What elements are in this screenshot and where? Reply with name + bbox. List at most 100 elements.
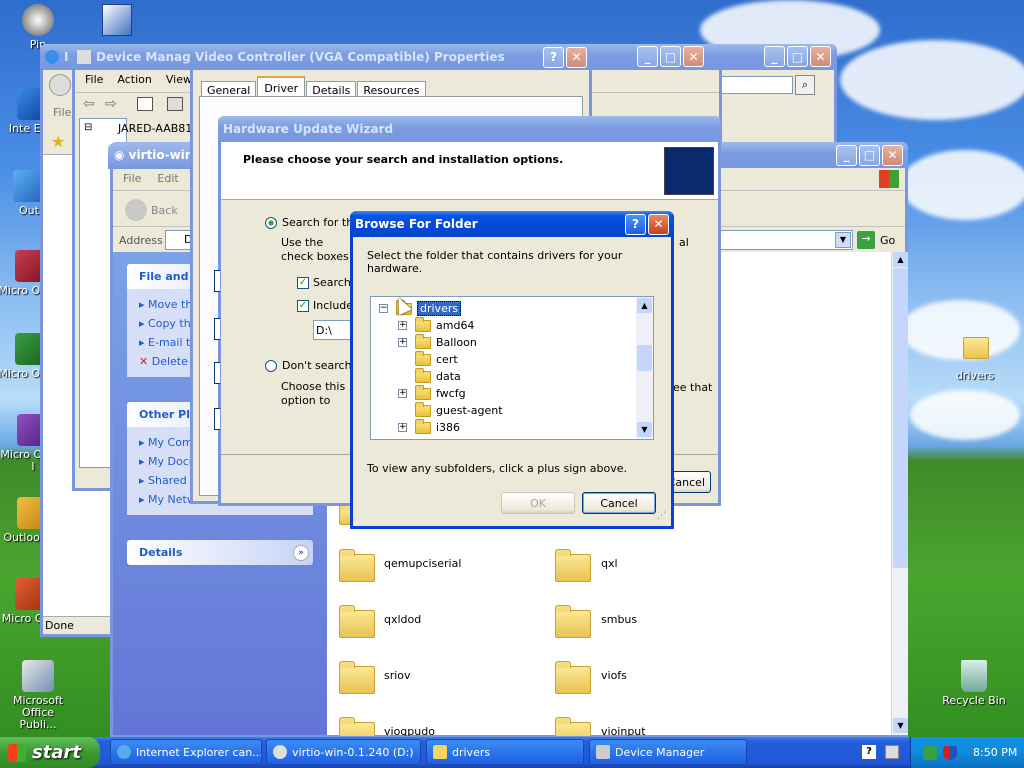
console-tree-icon[interactable]: [137, 97, 153, 111]
wizard-titlebar[interactable]: Hardware Update Wizard: [218, 116, 721, 142]
folder-item-qemupciserial[interactable]: qemupciserial: [337, 548, 537, 584]
tree-node-guest-agent[interactable]: guest-agent: [415, 401, 503, 419]
folder-item-qxl[interactable]: qxl: [553, 548, 753, 584]
drivers-close-button[interactable]: ✕: [683, 46, 704, 67]
tree-scroll-thumb[interactable]: [637, 345, 652, 371]
virtio-close-button[interactable]: ✕: [882, 144, 903, 166]
expand-icon[interactable]: +: [398, 423, 407, 432]
favorites-star-icon[interactable]: ★: [51, 132, 65, 151]
check-include-location[interactable]: ✓ Include this location in the search:: [297, 299, 353, 312]
virtio-child-window[interactable]: ◉ virtio-win-0.1.240 (D:): [108, 143, 192, 169]
hardware-wizard-icon: [664, 147, 714, 195]
dm-menu-action[interactable]: Action: [117, 73, 151, 87]
details-panel[interactable]: Details»: [127, 540, 313, 565]
ok-button[interactable]: OK: [501, 492, 575, 514]
ie-search-icon[interactable]: ⌕: [795, 75, 815, 95]
scroll-down-arrow[interactable]: ▼: [893, 718, 908, 733]
cancel-button[interactable]: Cancel: [582, 492, 656, 514]
desktop-icon-word[interactable]: [102, 4, 132, 36]
expand-icon[interactable]: +: [398, 338, 407, 347]
virtio-menu-edit[interactable]: Edit: [157, 172, 178, 186]
folder-item-smbus[interactable]: smbus: [553, 604, 753, 640]
folder-tree[interactable]: − drivers + amd64 + Balloon cert data + …: [370, 296, 654, 440]
properties-icon[interactable]: [167, 97, 183, 111]
tree-node-balloon[interactable]: + Balloon: [398, 333, 477, 351]
address-dropdown-icon[interactable]: ▼: [835, 232, 851, 248]
folder-icon: [415, 418, 431, 434]
expand-icon[interactable]: +: [398, 389, 407, 398]
desktop-icon-drivers[interactable]: drivers: [940, 333, 1010, 382]
tree-node-drivers[interactable]: − drivers: [379, 299, 462, 317]
wizard-left-edge: [214, 270, 220, 430]
check-removable-media[interactable]: ✓ Search removable media (floppy, CD-ROM…: [297, 276, 353, 289]
properties-help-button[interactable]: ?: [543, 46, 564, 68]
tree-node-i386[interactable]: + i386: [398, 418, 460, 436]
folder-item-viofs[interactable]: viofs: [553, 660, 753, 696]
dm-menu-file[interactable]: File: [85, 73, 103, 87]
folder-item-sriov[interactable]: sriov: [337, 660, 537, 696]
details-title[interactable]: Details»: [127, 540, 313, 565]
tree-scrollbar[interactable]: ▲ ▼: [636, 297, 653, 439]
ie-search-box[interactable]: [713, 76, 793, 94]
recycle-bin-icon: [961, 660, 987, 692]
virtio-minimize-button[interactable]: _: [836, 144, 857, 166]
virtio-maximize-button[interactable]: □: [859, 144, 880, 166]
clock[interactable]: 8:50 PM: [973, 746, 1017, 759]
checkbox-checked-icon: ✓: [297, 276, 309, 289]
forward-arrow-icon[interactable]: ⇨: [105, 96, 117, 112]
left-button-stub: [214, 408, 220, 430]
back-arrow-icon[interactable]: ⇦: [83, 96, 95, 112]
tree-node-fwcfg[interactable]: + fwcfg: [398, 384, 466, 402]
browse-close-button[interactable]: ✕: [648, 213, 669, 235]
folder-item-qxldod[interactable]: qxldod: [337, 604, 537, 640]
taskbar-button-virtio[interactable]: virtio-win-0.1.240 (D:): [266, 739, 421, 765]
scroll-thumb[interactable]: [893, 268, 908, 568]
location-combobox[interactable]: D:\: [313, 320, 353, 340]
network-tray-icon[interactable]: [923, 745, 937, 760]
ie-minimize-button[interactable]: _: [764, 46, 785, 67]
radio-dont-search[interactable]: Don't search. I will choose the driver t…: [265, 359, 353, 372]
go-arrow-icon[interactable]: →: [857, 231, 875, 249]
help-tray-icon[interactable]: ?: [862, 745, 876, 759]
browse-titlebar[interactable]: Browse For Folder ? ✕: [350, 211, 674, 237]
ie-close-button[interactable]: ✕: [810, 46, 831, 67]
resize-grip-icon[interactable]: ⋰: [657, 511, 666, 521]
folder-item-vioinput[interactable]: vioinput: [553, 716, 753, 736]
properties-close-button[interactable]: ✕: [566, 46, 587, 68]
security-shield-icon[interactable]: [943, 745, 957, 760]
dm-menu-view[interactable]: View: [166, 73, 192, 87]
start-button[interactable]: start: [0, 737, 100, 768]
ie-maximize-button[interactable]: □: [787, 46, 808, 67]
virtio-scrollbar[interactable]: ▲ ▼: [891, 252, 908, 735]
tree-node-cert[interactable]: cert: [415, 350, 458, 368]
folder-item-viogpudo[interactable]: viogpudo: [337, 716, 537, 736]
folder-icon: [415, 384, 431, 400]
properties-titlebar[interactable]: Video Controller (VGA Compatible) Proper…: [190, 44, 592, 70]
taskbar-button-device-manager[interactable]: Device Manager: [589, 739, 747, 765]
ie-back-icon[interactable]: [49, 74, 71, 96]
virtio-back-label[interactable]: Back: [151, 204, 178, 217]
tree-scroll-up-arrow[interactable]: ▲: [637, 298, 652, 313]
radio-search[interactable]: Search for the best driver in these loca…: [265, 216, 355, 229]
back-button-icon[interactable]: [125, 199, 147, 221]
dm-root-node[interactable]: JARED-AAB81D: [118, 122, 201, 135]
taskbar-button-drivers[interactable]: drivers: [426, 739, 584, 765]
taskbar-button-ie[interactable]: Internet Explorer can...: [110, 739, 262, 765]
ie-file-menu[interactable]: File: [53, 106, 71, 119]
tree-scroll-down-arrow[interactable]: ▼: [637, 422, 652, 437]
desktop-icon-publisher[interactable]: Microsoft Office Publi...: [3, 660, 73, 731]
browse-for-folder-dialog[interactable]: Browse For Folder ? ✕ Select the folder …: [350, 211, 674, 529]
tree-node-data[interactable]: data: [415, 367, 461, 385]
browse-help-button[interactable]: ?: [625, 213, 646, 235]
go-button[interactable]: Go: [880, 234, 895, 247]
virtio-menu-file[interactable]: File: [123, 172, 141, 186]
tree-node-amd64[interactable]: + amd64: [398, 316, 474, 334]
show-desktop-icon[interactable]: [885, 745, 899, 759]
desktop-icon-recycle-bin[interactable]: Recycle Bin: [939, 660, 1009, 707]
expand-icon[interactable]: +: [398, 321, 407, 330]
collapse-icon[interactable]: −: [379, 304, 388, 313]
left-button-stub: [214, 270, 220, 292]
drivers-minimize-button[interactable]: _: [637, 46, 658, 67]
scroll-up-arrow[interactable]: ▲: [893, 252, 908, 267]
drivers-maximize-button[interactable]: □: [660, 46, 681, 67]
